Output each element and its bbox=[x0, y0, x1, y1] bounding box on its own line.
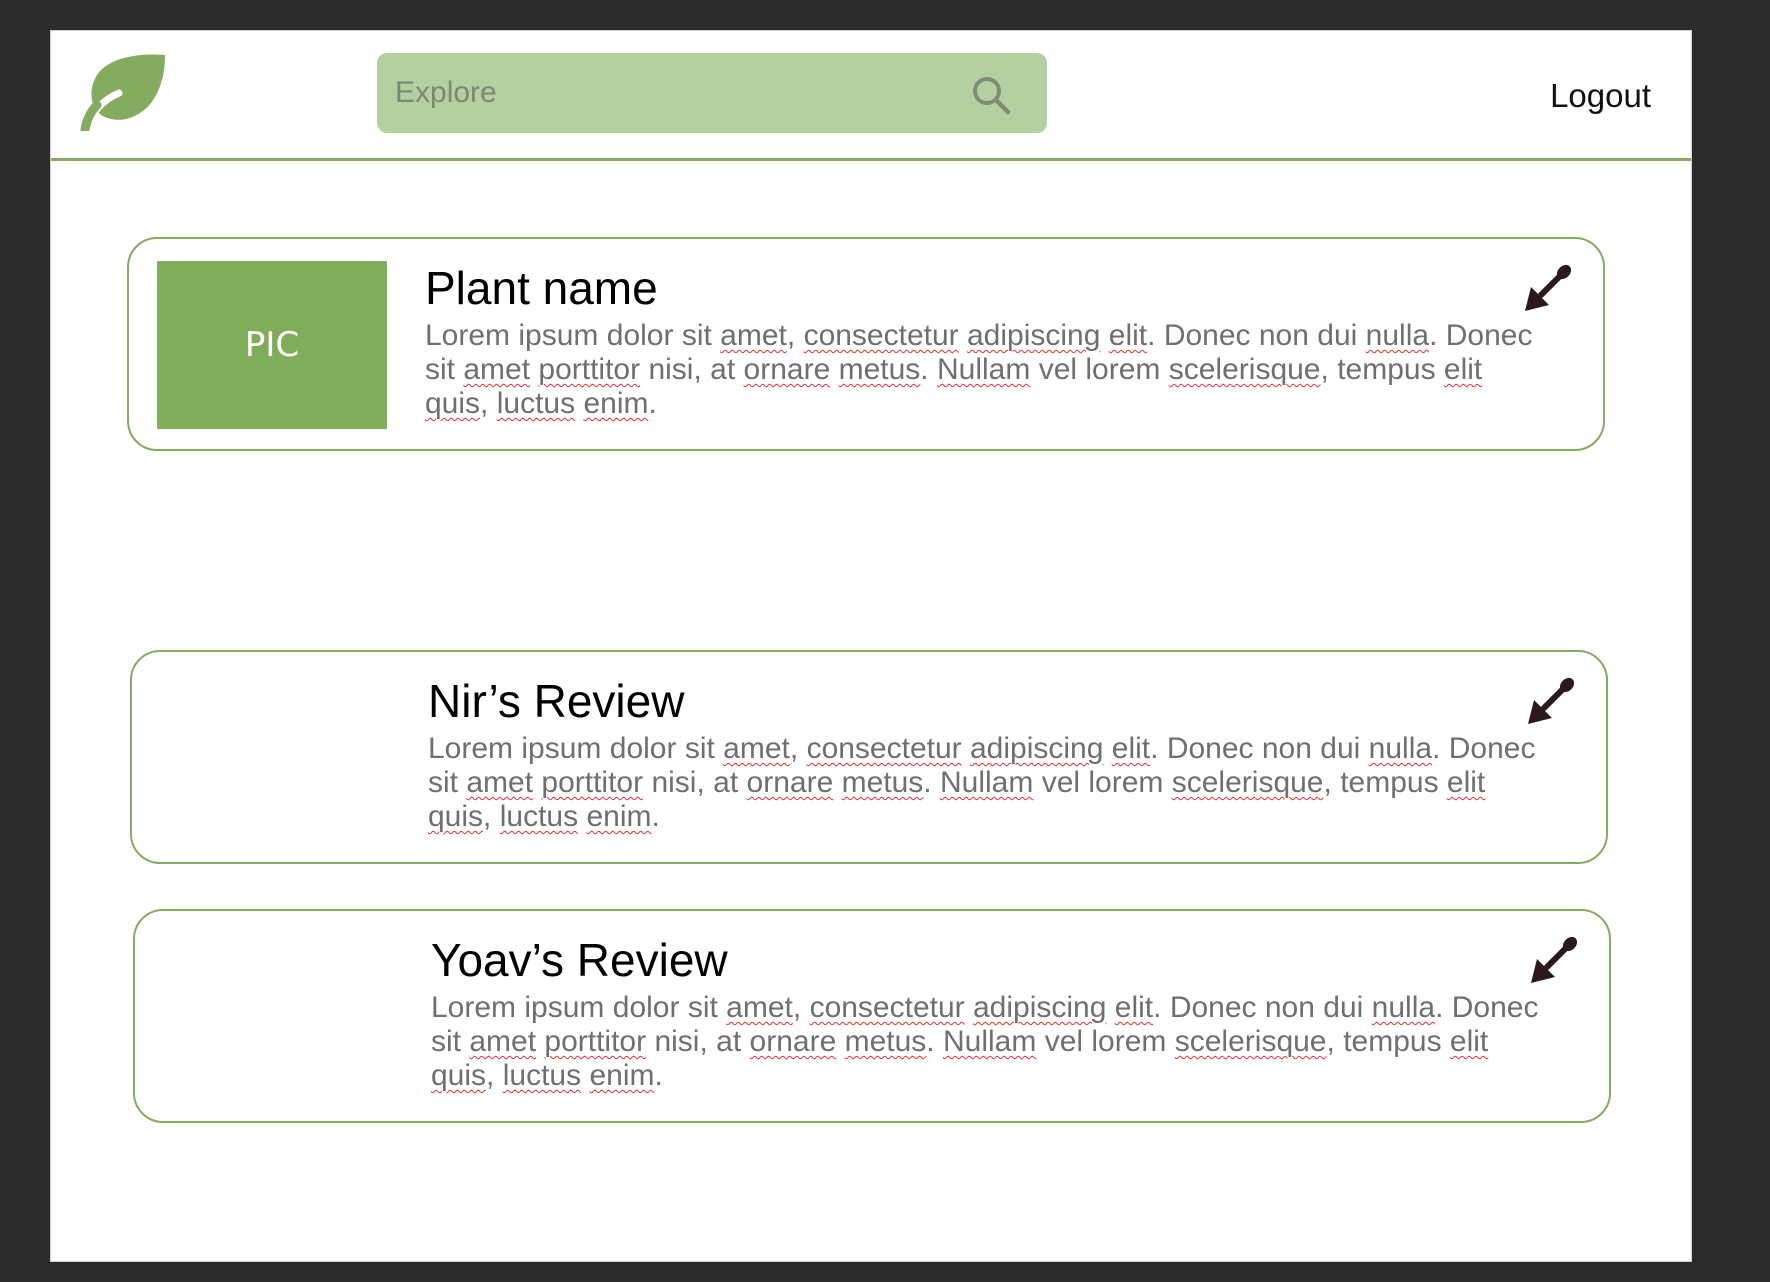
plant-description: Lorem ipsum dolor sit amet, consectetur … bbox=[425, 319, 1533, 420]
trowel-icon[interactable] bbox=[1524, 676, 1576, 728]
logout-link[interactable]: Logout bbox=[1550, 77, 1651, 115]
search-input[interactable] bbox=[395, 53, 955, 133]
leaf-icon[interactable] bbox=[79, 53, 169, 131]
page: Logout PIC Plant name Lorem ipsum dolor … bbox=[50, 30, 1692, 1262]
search-bar bbox=[377, 53, 1047, 133]
review-body: Lorem ipsum dolor sit amet, consectetur … bbox=[431, 991, 1539, 1092]
review-title: Yoav’s Review bbox=[431, 934, 728, 986]
review-card: Nir’s Review Lorem ipsum dolor sit amet,… bbox=[130, 650, 1608, 864]
trowel-icon[interactable] bbox=[1527, 935, 1579, 987]
plant-card: PIC Plant name Lorem ipsum dolor sit ame… bbox=[127, 237, 1605, 451]
review-card: Yoav’s Review Lorem ipsum dolor sit amet… bbox=[133, 909, 1611, 1123]
plant-picture-placeholder: PIC bbox=[157, 261, 387, 429]
review-body: Lorem ipsum dolor sit amet, consectetur … bbox=[428, 732, 1536, 833]
header: Logout bbox=[51, 31, 1691, 161]
review-title: Nir’s Review bbox=[428, 675, 685, 727]
search-icon[interactable] bbox=[971, 75, 1011, 115]
plant-name-title: Plant name bbox=[425, 262, 658, 314]
trowel-icon[interactable] bbox=[1521, 263, 1573, 315]
